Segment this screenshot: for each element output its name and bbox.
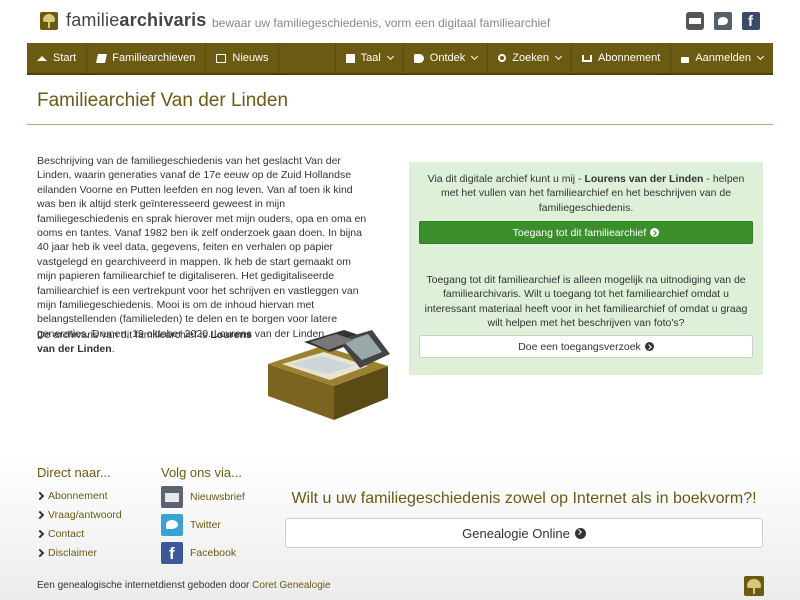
chevron-right-icon	[35, 548, 45, 558]
archivist-suffix: .	[111, 343, 115, 356]
nav-abonnement[interactable]: Abonnement	[570, 43, 670, 73]
social-label: Nieuwsbrief	[190, 491, 245, 503]
nav-label: Abonnement	[597, 52, 661, 64]
twitter-icon[interactable]	[714, 12, 732, 30]
nav-aanmelden[interactable]: Aanmelden	[670, 43, 773, 73]
archivist-prefix: De archivaris van dit familiearchief is	[37, 329, 211, 341]
nav-label: Taal	[360, 52, 381, 64]
newspaper-icon	[216, 53, 227, 63]
credit-prefix: Een genealogische internetdienst geboden…	[37, 580, 253, 591]
archivist-line: De archivaris van dit familiearchief is …	[37, 328, 257, 357]
nav-label: Start	[53, 52, 77, 64]
panel-access-info: Toegang tot dit familiearchief is alleen…	[424, 274, 748, 330]
tree-logo-icon[interactable]	[744, 576, 764, 596]
footer-link-label: Disclaimer	[48, 547, 98, 559]
print-icon[interactable]	[686, 12, 704, 30]
access-button-label: Toegang tot dit familiearchief	[512, 226, 647, 239]
nav-nieuws[interactable]: Nieuws	[206, 43, 280, 73]
lock-icon	[681, 56, 690, 63]
search-icon	[498, 54, 507, 62]
logo-bold: archivaris	[119, 10, 207, 30]
hand-pointer-icon	[413, 53, 424, 63]
panel-intro-prefix: Via dit digitale archief kunt u mij -	[427, 173, 585, 185]
site-logo[interactable]: familiearchivaris	[66, 10, 206, 31]
chevron-down-icon	[756, 52, 765, 61]
social-twitter[interactable]: Twitter	[161, 514, 221, 536]
promo-button-label: Genealogie Online	[462, 525, 570, 541]
title-divider	[27, 124, 773, 125]
access-archive-button[interactable]: Toegang tot dit familiearchief	[419, 221, 753, 244]
language-icon	[345, 53, 355, 63]
archive-box-image	[268, 330, 390, 420]
footer-link-label: Abonnement	[48, 490, 108, 502]
top-icons	[686, 12, 760, 30]
main-nav: Start Familiearchieven Nieuws Taal Ontde…	[27, 43, 773, 75]
nav-start[interactable]: Start	[27, 43, 88, 73]
footer-link-label: Contact	[48, 528, 85, 540]
archive-description: Beschrijving van de familiegeschiedenis …	[37, 155, 367, 340]
chevron-down-icon	[554, 52, 562, 61]
nav-zoeken[interactable]: Zoeken	[487, 43, 571, 73]
chevron-right-icon	[35, 491, 45, 501]
tagline: bewaar uw familiegeschiedenis, vorm een …	[212, 16, 551, 30]
nav-label: Aanmelden	[695, 52, 751, 64]
facebook-icon	[161, 542, 183, 564]
follow-heading: Volg ons via...	[161, 465, 242, 480]
social-label: Twitter	[190, 519, 221, 531]
twitter-icon	[161, 514, 183, 536]
social-facebook[interactable]: Facebook	[161, 542, 236, 564]
promo-text: Wilt u uw familiegeschiedenis zowel op I…	[291, 490, 757, 507]
facebook-icon[interactable]	[742, 12, 760, 30]
footer-credit: Een genealogische internetdienst geboden…	[37, 580, 331, 591]
home-icon	[37, 55, 47, 61]
chevron-right-icon	[35, 510, 45, 520]
tree-logo-icon[interactable]	[40, 12, 58, 30]
footer-link-vraag-antwoord[interactable]: Vraag/antwoord	[35, 509, 122, 521]
request-button-label: Doe een toegangsverzoek	[518, 340, 641, 353]
footer-link-label: Vraag/antwoord	[48, 509, 122, 521]
logo-prefix: familie	[66, 10, 120, 30]
nav-taal[interactable]: Taal	[334, 43, 403, 73]
top-bar: familiearchivaris bewaar uw familiegesch…	[0, 0, 800, 42]
chevron-down-icon	[471, 52, 479, 61]
chevron-circle-right-icon	[574, 527, 586, 539]
footer-link-abonnement[interactable]: Abonnement	[35, 490, 108, 502]
panel-intro: Via dit digitale archief kunt u mij - Lo…	[419, 172, 753, 215]
chevron-circle-right-icon	[650, 228, 660, 237]
nav-label: Zoeken	[512, 52, 549, 64]
footer-link-contact[interactable]: Contact	[35, 528, 85, 540]
access-request-button[interactable]: Doe een toegangsverzoek	[419, 335, 753, 358]
social-label: Facebook	[190, 547, 237, 559]
chevron-down-icon	[386, 52, 394, 61]
direct-heading: Direct naar...	[37, 465, 111, 480]
panel-intro-name: Lourens van der Linden	[584, 173, 704, 185]
book-icon	[96, 53, 108, 63]
nav-label: Nieuws	[232, 52, 269, 64]
genealogie-online-button[interactable]: Genealogie Online	[285, 518, 763, 548]
nav-label: Ontdek	[429, 52, 466, 64]
coret-genealogie-link[interactable]: Coret Genealogie	[252, 580, 330, 591]
access-panel: Via dit digitale archief kunt u mij - Lo…	[409, 162, 763, 375]
footer-link-disclaimer[interactable]: Disclaimer	[35, 547, 98, 559]
page-title: Familiearchief Van der Linden	[37, 90, 289, 111]
nav-ontdek[interactable]: Ontdek	[402, 43, 487, 73]
chevron-right-icon	[35, 529, 45, 539]
chevron-circle-right-icon	[644, 342, 654, 351]
newsletter-icon	[161, 486, 183, 508]
nav-familiearchieven[interactable]: Familiearchieven	[87, 43, 207, 73]
social-newsletter[interactable]: Nieuwsbrief	[161, 486, 245, 508]
cart-icon	[581, 54, 592, 62]
nav-label: Familiearchieven	[112, 52, 196, 64]
